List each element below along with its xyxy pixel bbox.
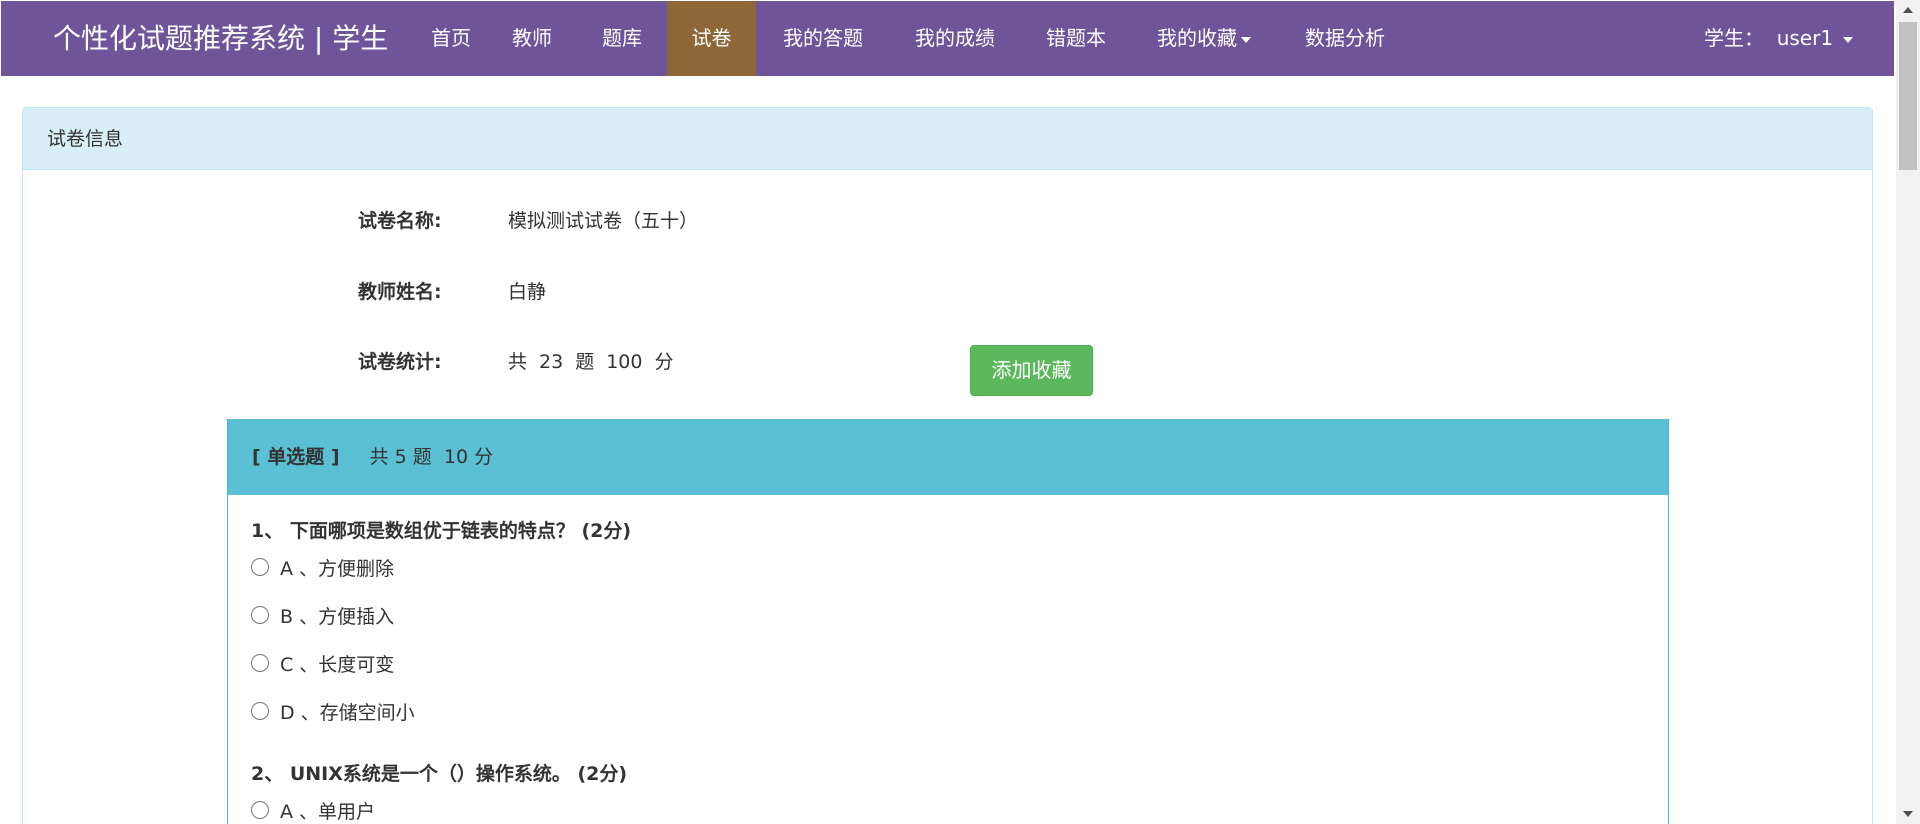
radio-button[interactable] [251,606,269,624]
teacher-name-value: 白静 [508,281,547,303]
scroll-down-arrow-icon[interactable] [1896,804,1920,824]
user-label: 学生： user1 [1704,26,1834,50]
option-a[interactable]: A 、方便删除 [251,555,395,580]
nav-my-answers[interactable]: 我的答题 [766,1,880,76]
option-label: A 、单用户 [280,800,376,823]
panel-heading: 试卷信息 [23,108,1872,170]
teacher-name-label: 教师姓名: [358,281,442,303]
stats-question-unit: 题 [575,351,595,373]
question-title: 1、 下面哪项是数组优于链表的特点？ (2分) [251,520,632,542]
paper-stats-label: 试卷统计: [358,351,442,373]
option-c[interactable]: C 、长度可变 [251,651,395,676]
radio-button[interactable] [251,801,269,819]
paper-name-value: 模拟测试试卷（五十） [508,210,699,232]
add-favorite-button[interactable]: 添加收藏 [970,345,1093,396]
nav-teacher[interactable]: 教师 [497,1,567,76]
option-d[interactable]: D 、存储空间小 [251,699,415,724]
nav-wrong-book[interactable]: 错题本 [1031,1,1121,76]
nav-my-favorites-label: 我的收藏 [1157,26,1237,50]
option-b[interactable]: B 、方便插入 [251,603,395,628]
radio-button[interactable] [251,558,269,576]
nav-question-bank[interactable]: 题库 [587,1,657,76]
top-navbar: 个性化试题推荐系统 | 学生 首页 教师 题库 试卷 我的答题 我的成绩 错题本… [1,1,1894,76]
nav-data-analysis[interactable]: 数据分析 [1291,1,1399,76]
radio-button[interactable] [251,702,269,720]
user-menu[interactable]: 学生： user1 [1704,1,1854,76]
stats-score-unit: 分 [654,351,674,373]
option-label: D 、存储空间小 [280,701,415,724]
chevron-down-icon [1241,36,1251,43]
scroll-thumb[interactable] [1899,22,1917,170]
section-heading: [ 单选题 ] 共 5 题 10 分 [228,419,1668,495]
stats-prefix: 共 [508,351,528,373]
nav-home[interactable]: 首页 [409,1,493,76]
option-label: C 、长度可变 [280,653,395,676]
paper-stats-value: 共 23 题 100 分 [508,347,686,374]
nav-papers[interactable]: 试卷 [667,1,756,76]
stats-score: 100 [606,351,643,373]
option-label: B 、方便插入 [280,605,395,628]
option-a[interactable]: A 、单用户 [251,798,376,823]
chevron-down-icon [1843,36,1854,43]
section-type: [ 单选题 ] [252,446,340,468]
radio-button[interactable] [251,654,269,672]
nav-my-scores[interactable]: 我的成绩 [901,1,1009,76]
question-title: 2、 UNIX系统是一个（）操作系统。 (2分) [251,763,628,785]
option-label: A 、方便删除 [280,557,395,580]
nav-my-favorites[interactable]: 我的收藏 [1149,1,1259,76]
vertical-scrollbar[interactable] [1896,0,1920,824]
scroll-up-arrow-icon[interactable] [1896,0,1920,20]
app-brand[interactable]: 个性化试题推荐系统 | 学生 [53,1,388,76]
section-summary: 共 5 题 10 分 [369,446,494,468]
paper-name-label: 试卷名称: [358,210,442,232]
stats-question-count: 23 [539,351,564,373]
